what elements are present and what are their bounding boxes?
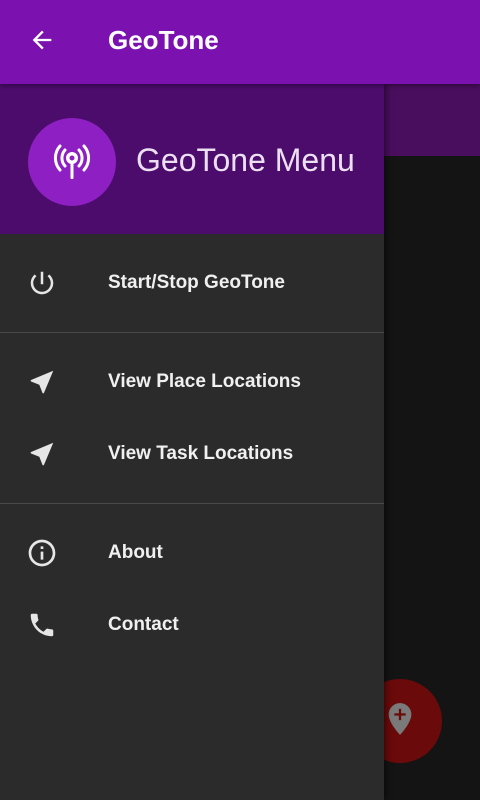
menu-section-info: About Contact [0, 504, 384, 661]
phone-icon [26, 609, 58, 641]
menu-label-contact: Contact [108, 614, 179, 635]
add-location-icon [386, 702, 414, 741]
menu-item-start-stop[interactable]: Start/Stop GeoTone [0, 247, 384, 319]
navigation-arrow-icon [26, 366, 58, 398]
menu-label-view-task-locations: View Task Locations [108, 443, 294, 464]
navigation-drawer: GeoTone Menu Start/Stop GeoTone View Pla… [0, 84, 384, 800]
info-icon [26, 537, 58, 569]
arrow-back-icon [28, 26, 56, 59]
back-button[interactable] [0, 0, 84, 84]
menu-item-about[interactable]: About [0, 517, 384, 589]
navigation-arrow-icon [26, 438, 58, 470]
app-toolbar: GeoTone [0, 0, 480, 84]
app-logo [28, 118, 116, 206]
drawer-header: GeoTone Menu [0, 84, 384, 234]
menu-item-view-place-locations[interactable]: View Place Locations [0, 346, 384, 418]
power-icon [26, 267, 58, 299]
menu-section-locations: View Place Locations View Task Locations [0, 333, 384, 503]
menu-section-power: Start/Stop GeoTone [0, 234, 384, 332]
app-title: GeoTone [108, 25, 219, 55]
menu-label-view-place-locations: View Place Locations [108, 371, 301, 392]
menu-label-about: About [108, 542, 163, 563]
drawer-title: GeoTone Menu [136, 142, 355, 178]
antenna-signal-icon [44, 132, 100, 193]
menu-item-view-task-locations[interactable]: View Task Locations [0, 418, 384, 490]
menu-item-contact[interactable]: Contact [0, 589, 384, 661]
menu-label-start-stop: Start/Stop GeoTone [108, 272, 285, 293]
